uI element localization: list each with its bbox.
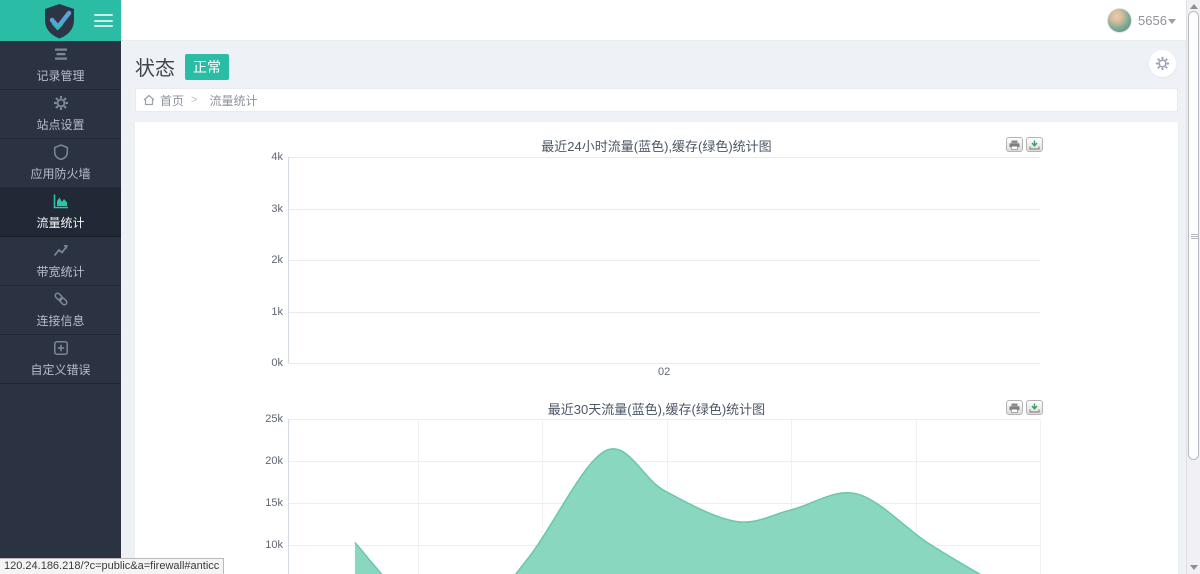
y-axis-tick-label: 2k: [243, 254, 283, 266]
page-title: 状态: [135, 52, 175, 81]
status-badge: 正常: [185, 54, 229, 80]
gridline-vertical: [791, 419, 792, 574]
link-preview-statusbar: 120.24.186.218/?c=public&a=firewall#anti…: [0, 558, 224, 574]
link-icon: [53, 291, 69, 307]
settings-button[interactable]: [1149, 50, 1176, 77]
y-axis-tick-label: 1k: [243, 306, 283, 318]
status-row: 状态 正常: [135, 52, 229, 81]
gridline-horizontal: [288, 363, 1040, 364]
sidebar-item-bandwidth-stats[interactable]: 带宽统计: [0, 237, 121, 286]
y-axis-line: [288, 157, 289, 363]
gridline-vertical: [667, 419, 668, 574]
y-axis-line: [288, 419, 289, 574]
gridline-vertical: [916, 419, 917, 574]
scroll-up-icon[interactable]: [1190, 4, 1198, 9]
sidebar-item-label: 应用防火墙: [30, 165, 90, 182]
download-icon: [1029, 140, 1040, 150]
printer-icon: [1009, 403, 1020, 413]
gridline-horizontal: [288, 312, 1040, 313]
export-button[interactable]: [1026, 137, 1043, 152]
gridline-vertical: [418, 419, 419, 574]
gridline-horizontal: [288, 461, 1040, 462]
main-content: 状态 正常 首页 > 流量统计 最近24小时流: [121, 41, 1186, 574]
shield-logo-icon: [41, 2, 78, 39]
gridline-horizontal: [288, 503, 1040, 504]
x-axis-tick-label: 02: [658, 366, 670, 378]
breadcrumb-current: 流量统计: [209, 92, 257, 109]
logo-block: [0, 0, 121, 41]
sidebar-item-label: 站点设置: [36, 116, 84, 133]
trend-icon: [53, 242, 69, 258]
vertical-scrollbar[interactable]: [1186, 0, 1200, 574]
gridline-horizontal: [288, 419, 1040, 420]
sidebar-item-label: 带宽统计: [36, 263, 84, 280]
gridline-horizontal: [288, 157, 1040, 158]
home-icon: [143, 94, 155, 106]
breadcrumb-home[interactable]: 首页: [160, 92, 184, 109]
download-icon: [1029, 403, 1040, 413]
sidebar-item-label: 自定义错误: [30, 361, 90, 378]
y-axis-tick-label: 0k: [243, 357, 283, 369]
y-axis-tick-label: 25k: [243, 413, 283, 425]
plus-square-icon: [53, 340, 69, 356]
shield-icon: [53, 144, 69, 160]
y-axis-tick-label: 10k: [243, 539, 283, 551]
list-icon: [53, 46, 69, 62]
y-axis-tick-label: 15k: [243, 497, 283, 509]
menu-toggle-icon[interactable]: [94, 14, 113, 27]
breadcrumb: 首页 > 流量统计: [135, 88, 1178, 112]
sidebar-item-label: 记录管理: [36, 67, 84, 84]
gridline-horizontal: [288, 209, 1040, 210]
scrollbar-thumb[interactable]: [1188, 11, 1199, 460]
gridline-vertical: [1040, 419, 1041, 574]
print-button[interactable]: [1006, 400, 1023, 415]
scroll-down-icon[interactable]: [1190, 565, 1198, 570]
sidebar-item-records[interactable]: 记录管理: [0, 41, 121, 90]
sidebar-item-traffic-stats[interactable]: 流量统计: [0, 188, 121, 237]
sidebar-item-label: 流量统计: [36, 214, 84, 231]
chevron-down-icon[interactable]: [1168, 19, 1176, 24]
sidebar-item-site-settings[interactable]: 站点设置: [0, 90, 121, 139]
area-chart-icon: [53, 193, 69, 209]
avatar[interactable]: [1107, 8, 1132, 33]
sidebar-item-custom-error[interactable]: 自定义错误: [0, 335, 121, 384]
print-button[interactable]: [1006, 137, 1023, 152]
export-button[interactable]: [1026, 400, 1043, 415]
sidebar-item-label: 连接信息: [36, 312, 84, 329]
charts-card: 最近24小时流量(蓝色),缓存(绿色)统计图 4k3k2k1k0k02: [135, 122, 1178, 574]
gridline-vertical: [542, 419, 543, 574]
chart1-toolbar: [1006, 137, 1043, 152]
sidebar-item-connection-info[interactable]: 连接信息: [0, 286, 121, 335]
gridline-horizontal: [288, 260, 1040, 261]
sidebar: 记录管理站点设置应用防火墙流量统计带宽统计连接信息自定义错误: [0, 41, 121, 574]
gear-icon: [53, 95, 69, 111]
printer-icon: [1009, 140, 1020, 150]
chart2-toolbar: [1006, 400, 1043, 415]
app-window: 5656 记录管理站点设置应用防火墙流量统计带宽统计连接信息自定义错误 状态 正…: [0, 0, 1200, 574]
breadcrumb-separator: >: [191, 94, 197, 106]
gear-icon: [1155, 56, 1170, 71]
gridline-horizontal: [288, 545, 1040, 546]
sidebar-item-app-firewall[interactable]: 应用防火墙: [0, 139, 121, 188]
username[interactable]: 5656: [1138, 13, 1167, 28]
y-axis-tick-label: 4k: [243, 151, 283, 163]
y-axis-tick-label: 20k: [243, 455, 283, 467]
chart2-green-area-series: [288, 419, 1040, 574]
topbar: 5656: [121, 0, 1200, 41]
y-axis-tick-label: 3k: [243, 203, 283, 215]
